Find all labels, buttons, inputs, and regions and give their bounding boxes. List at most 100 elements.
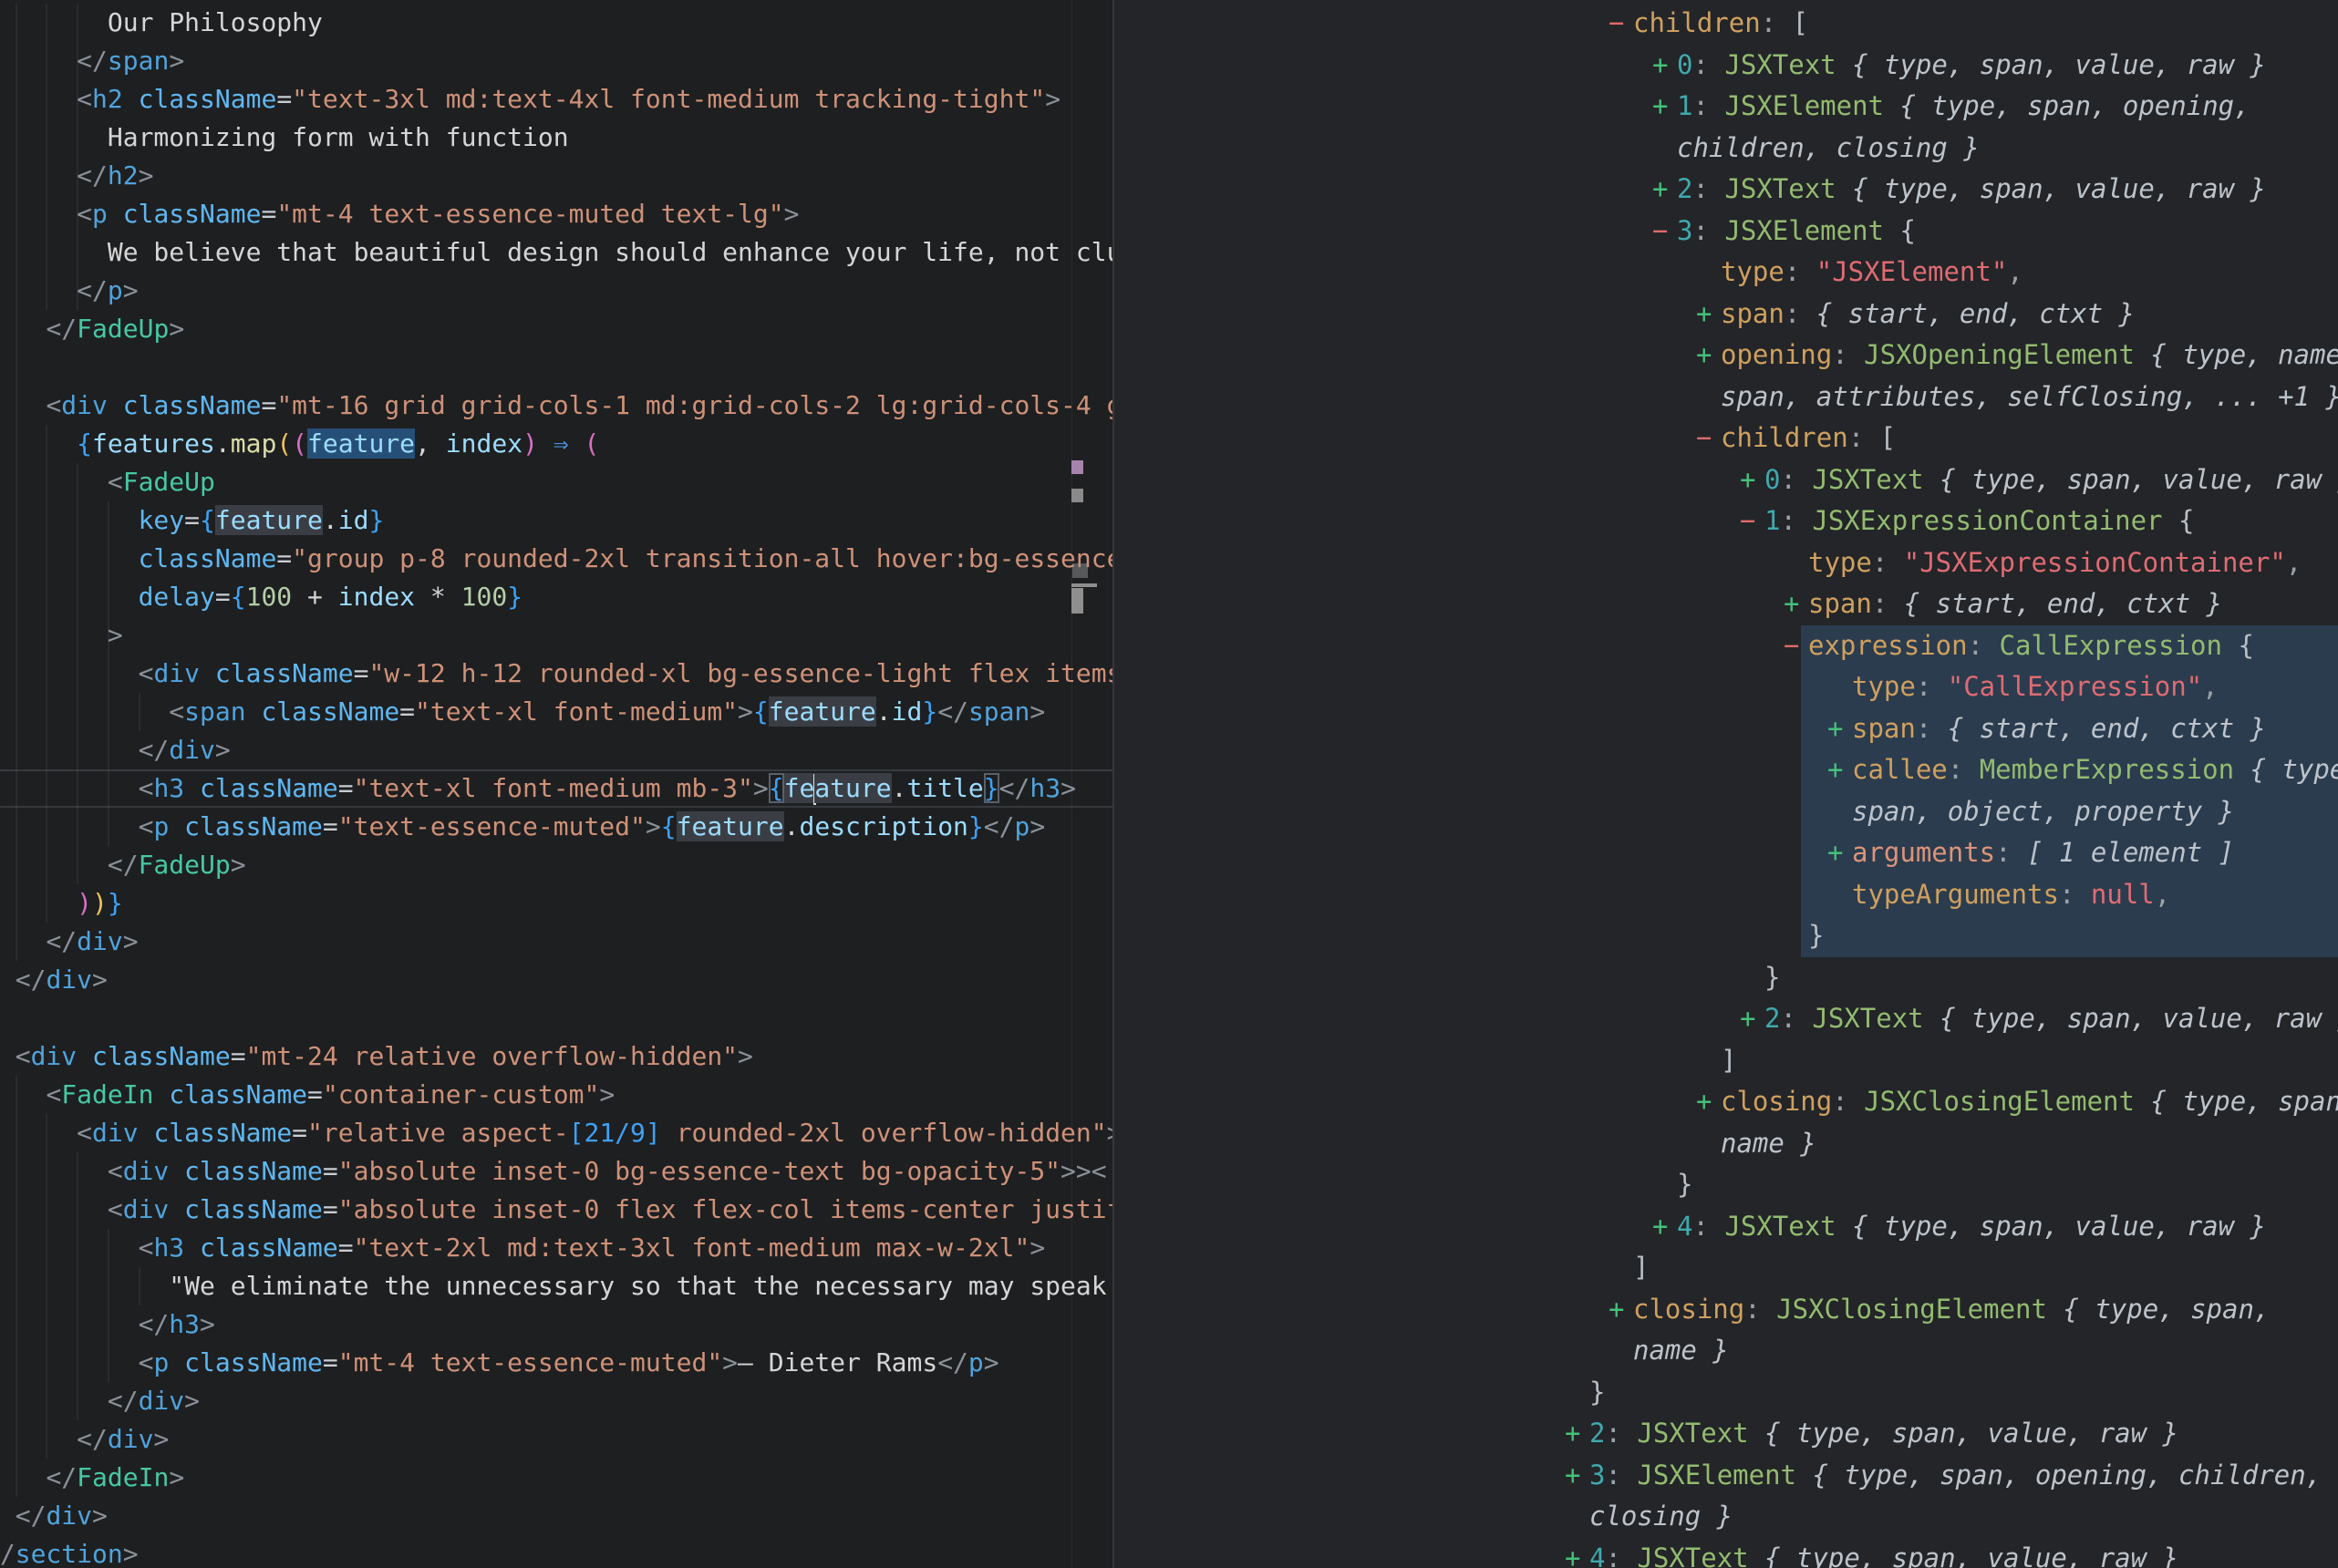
- code-line[interactable]: </div>: [0, 923, 1114, 961]
- expand-toggle-icon[interactable]: +: [1827, 832, 1843, 874]
- ast-row[interactable]: }: [1114, 915, 2338, 957]
- ast-row[interactable]: ]: [1114, 1040, 2338, 1082]
- expand-toggle-icon[interactable]: +: [1652, 86, 1668, 128]
- expand-toggle-icon[interactable]: +: [1652, 169, 1668, 211]
- code-line[interactable]: <div className="absolute inset-0 flex fl…: [0, 1191, 1114, 1229]
- expand-toggle-icon[interactable]: +: [1565, 1538, 1580, 1568]
- code-line[interactable]: </h3>: [0, 1305, 1114, 1344]
- ast-row[interactable]: }: [1114, 957, 2338, 999]
- code-line[interactable]: <FadeIn className="container-custom">: [0, 1076, 1114, 1114]
- expand-toggle-icon[interactable]: +: [1784, 583, 1799, 625]
- code-line[interactable]: "We eliminate the unnecessary so that th…: [0, 1267, 1114, 1305]
- code-line[interactable]: Harmonizing form with function: [0, 119, 1114, 157]
- ast-row[interactable]: span, attributes, selfClosing, ... +1 }: [1114, 377, 2338, 418]
- expand-toggle-icon[interactable]: +: [1696, 294, 1712, 335]
- ast-row[interactable]: +2: JSXText { type, span, value, raw }: [1114, 1413, 2338, 1455]
- code-line[interactable]: className="group p-8 rounded-2xl transit…: [0, 540, 1114, 578]
- code-line[interactable]: key={feature.id}: [0, 501, 1114, 540]
- ast-row[interactable]: type: "JSXElement",: [1114, 252, 2338, 294]
- code-line[interactable]: </span>: [0, 42, 1114, 80]
- code-line[interactable]: ))}: [0, 884, 1114, 923]
- ast-row[interactable]: closing }: [1114, 1496, 2338, 1538]
- ast-row[interactable]: }: [1114, 1164, 2338, 1206]
- ast-row[interactable]: +1: JSXElement { type, span, opening,: [1114, 86, 2338, 128]
- pane-divider[interactable]: [1112, 0, 1114, 1568]
- ast-row[interactable]: −3: JSXElement {: [1114, 211, 2338, 253]
- code-line[interactable]: </FadeIn>: [0, 1459, 1114, 1497]
- collapse-toggle-icon[interactable]: −: [1652, 211, 1668, 253]
- collapse-toggle-icon[interactable]: −: [1784, 625, 1799, 667]
- code-line[interactable]: {features.map((feature, index) ⇒ (: [0, 425, 1114, 463]
- ast-row[interactable]: +closing: JSXClosingElement { type, span…: [1114, 1289, 2338, 1331]
- ast-row[interactable]: +2: JSXText { type, span, value, raw }: [1114, 998, 2338, 1040]
- ast-row[interactable]: +span: { start, end, ctxt }: [1114, 583, 2338, 625]
- ast-row[interactable]: +opening: JSXOpeningElement { type, name…: [1114, 335, 2338, 377]
- ast-row[interactable]: type: "CallExpression",: [1114, 666, 2338, 708]
- code-line[interactable]: <p className="text-essence-muted">{featu…: [0, 808, 1114, 846]
- code-line[interactable]: </div>: [0, 961, 1114, 999]
- code-line[interactable]: <h2 className="text-3xl md:text-4xl font…: [0, 80, 1114, 119]
- ast-row[interactable]: −expression: CallExpression {: [1114, 625, 2338, 667]
- expand-toggle-icon[interactable]: +: [1565, 1455, 1580, 1497]
- ast-row[interactable]: +2: JSXText { type, span, value, raw }: [1114, 169, 2338, 211]
- ast-row[interactable]: +closing: JSXClosingElement { type, span…: [1114, 1081, 2338, 1123]
- code-line[interactable]: >: [0, 616, 1114, 655]
- ast-row[interactable]: +0: JSXText { type, span, value, raw }: [1114, 45, 2338, 87]
- code-line[interactable]: <div className="w-12 h-12 rounded-xl bg-…: [0, 655, 1114, 693]
- code-line[interactable]: </div>: [0, 1420, 1114, 1459]
- code-line[interactable]: <div className="mt-16 grid grid-cols-1 m…: [0, 387, 1114, 425]
- expand-toggle-icon[interactable]: +: [1696, 1081, 1712, 1123]
- code-editor-pane[interactable]: Our Philosophy </span> <h2 className="te…: [0, 0, 1114, 1568]
- code-line[interactable]: </FadeUp>: [0, 846, 1114, 884]
- ast-row[interactable]: children, closing }: [1114, 128, 2338, 170]
- ast-row[interactable]: }: [1114, 1372, 2338, 1414]
- ast-row[interactable]: +4: JSXText { type, span, value, raw }: [1114, 1538, 2338, 1568]
- ast-tree-pane[interactable]: −children: [+0: JSXText { type, span, va…: [1114, 0, 2338, 1568]
- code-line[interactable]: [0, 999, 1114, 1037]
- code-line[interactable]: </div>: [0, 1497, 1114, 1535]
- collapse-toggle-icon[interactable]: −: [1740, 500, 1755, 542]
- code-line[interactable]: <span className="text-xl font-medium">{f…: [0, 693, 1114, 731]
- code-line[interactable]: </section>: [0, 1535, 1114, 1568]
- expand-toggle-icon[interactable]: +: [1609, 1289, 1624, 1331]
- expand-toggle-icon[interactable]: +: [1696, 335, 1712, 377]
- code-line[interactable]: </p>: [0, 272, 1114, 310]
- code-line[interactable]: <p className="mt-4 text-essence-muted te…: [0, 195, 1114, 233]
- code-line[interactable]: </FadeUp>: [0, 310, 1114, 348]
- code-line[interactable]: <div className="mt-24 relative overflow-…: [0, 1037, 1114, 1076]
- code-line[interactable]: <h3 className="text-xl font-medium mb-3"…: [0, 769, 1114, 808]
- ast-row[interactable]: +0: JSXText { type, span, value, raw }: [1114, 459, 2338, 501]
- expand-toggle-icon[interactable]: +: [1652, 45, 1668, 87]
- overview-ruler[interactable]: [1071, 0, 1072, 1568]
- ast-row[interactable]: +span: { start, end, ctxt }: [1114, 294, 2338, 335]
- expand-toggle-icon[interactable]: +: [1652, 1206, 1668, 1248]
- ast-row[interactable]: +callee: MemberExpression { type,: [1114, 749, 2338, 791]
- expand-toggle-icon[interactable]: +: [1827, 708, 1843, 750]
- expand-toggle-icon[interactable]: +: [1740, 459, 1755, 501]
- ast-row[interactable]: typeArguments: null,: [1114, 874, 2338, 916]
- expand-toggle-icon[interactable]: +: [1565, 1413, 1580, 1455]
- ast-row[interactable]: name }: [1114, 1330, 2338, 1372]
- code-line[interactable]: <div className="relative aspect-[21/9] r…: [0, 1114, 1114, 1152]
- code-line[interactable]: </div>: [0, 731, 1114, 769]
- code-line[interactable]: <h3 className="text-2xl md:text-3xl font…: [0, 1229, 1114, 1267]
- expand-toggle-icon[interactable]: +: [1740, 998, 1755, 1040]
- ast-row[interactable]: −children: [: [1114, 418, 2338, 459]
- code-line[interactable]: </div>: [0, 1382, 1114, 1420]
- code-line[interactable]: We believe that beautiful design should …: [0, 233, 1114, 272]
- collapse-toggle-icon[interactable]: −: [1609, 3, 1624, 45]
- ast-row[interactable]: +arguments: [ 1 element ]: [1114, 832, 2338, 874]
- ast-row[interactable]: ]: [1114, 1247, 2338, 1289]
- ast-row[interactable]: −1: JSXExpressionContainer {: [1114, 500, 2338, 542]
- code-line[interactable]: <p className="mt-4 text-essence-muted">—…: [0, 1344, 1114, 1382]
- code-line[interactable]: Our Philosophy: [0, 4, 1114, 42]
- expand-toggle-icon[interactable]: +: [1827, 749, 1843, 791]
- ast-row[interactable]: −children: [: [1114, 3, 2338, 45]
- code-line[interactable]: delay={100 + index * 100}: [0, 578, 1114, 616]
- code-line[interactable]: </h2>: [0, 157, 1114, 195]
- ast-row[interactable]: +3: JSXElement { type, span, opening, ch…: [1114, 1455, 2338, 1497]
- code-line[interactable]: <div className="absolute inset-0 bg-esse…: [0, 1152, 1114, 1191]
- code-line[interactable]: <FadeUp: [0, 463, 1114, 501]
- ast-row[interactable]: name }: [1114, 1123, 2338, 1165]
- ast-row[interactable]: type: "JSXExpressionContainer",: [1114, 542, 2338, 584]
